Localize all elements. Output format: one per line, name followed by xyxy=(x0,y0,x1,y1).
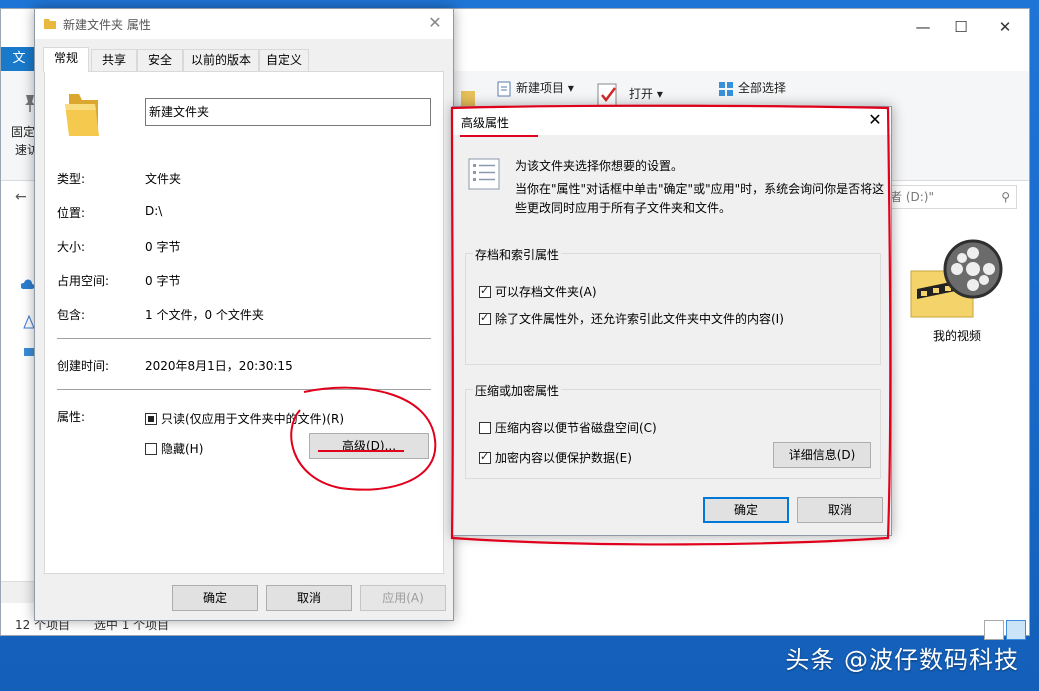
created-value: 2020年8月1日，20:30:15 xyxy=(145,359,293,373)
created-label: 创建时间: xyxy=(57,359,110,373)
properties-dialog: 新建文件夹 属性 ✕ 常规 共享 安全 以前的版本 自定义 新建文件夹 类型: … xyxy=(34,8,454,621)
location-value: D:\ xyxy=(145,204,163,218)
open-button[interactable]: 打开 ▾ xyxy=(629,85,663,102)
minimize-button[interactable]: — xyxy=(913,17,933,37)
index-checkbox-box[interactable] xyxy=(479,311,491,325)
size-on-disk-label: 占用空间: xyxy=(57,274,110,288)
open-label: 打开 xyxy=(629,87,654,101)
separator xyxy=(57,389,431,390)
folder-small-icon xyxy=(44,19,56,29)
onedrive-icon[interactable] xyxy=(21,279,35,291)
contains-value: 1 个文件，0 个文件夹 xyxy=(145,308,264,322)
index-checkbox-label: 除了文件属性外，还允许索引此文件夹中文件的内容(I) xyxy=(495,312,784,326)
tab-customize[interactable]: 自定义 xyxy=(259,49,309,71)
compress-checkbox[interactable]: 压缩内容以便节省磁盘空间(C) xyxy=(479,419,657,436)
video-folder-label[interactable]: 我的视频 xyxy=(909,327,1005,344)
archive-index-group xyxy=(465,253,881,365)
select-all-icon xyxy=(719,81,733,96)
intro-line-1: 为该文件夹选择你想要的设置。 xyxy=(515,159,684,173)
advanced-cancel-button[interactable]: 取消 xyxy=(797,497,883,523)
hidden-checkbox-label: 隐藏(H) xyxy=(161,442,204,456)
back-arrow-icon[interactable]: ← xyxy=(15,189,27,205)
advanced-button[interactable]: 高级(D)... xyxy=(309,433,429,459)
new-item-button[interactable]: 新建项目 ▾ xyxy=(495,79,574,98)
search-icon[interactable]: ⚲ xyxy=(1001,186,1010,208)
pin-quick-access-label[interactable]: 固定 xyxy=(11,123,35,140)
close-button[interactable]: ✕ xyxy=(995,17,1015,37)
folder-name-input[interactable]: 新建文件夹 xyxy=(145,98,431,126)
compress-checkbox-label: 压缩内容以便节省磁盘空间(C) xyxy=(495,421,657,435)
readonly-checkbox-label: 只读(仅应用于文件夹中的文件)(R) xyxy=(161,412,345,426)
tab-sharing[interactable]: 共享 xyxy=(91,49,137,71)
hidden-checkbox-box[interactable] xyxy=(145,442,157,455)
archive-group-label: 存档和索引属性 xyxy=(473,246,562,263)
properties-close-button[interactable]: ✕ xyxy=(425,13,445,32)
encrypt-checkbox-box[interactable] xyxy=(479,450,491,464)
intro-line-2: 当你在"属性"对话框中单击"确定"或"应用"时，系统会询问你是否将这 xyxy=(515,182,885,196)
size-label: 大小: xyxy=(57,240,86,254)
horizontal-scrollbar[interactable] xyxy=(1,581,35,603)
search-box[interactable]: 者 (D:)" ⚲ xyxy=(881,185,1017,209)
tab-general[interactable]: 常规 xyxy=(43,47,89,72)
archive-checkbox-label: 可以存档文件夹(A) xyxy=(495,285,597,299)
general-tab-page: 新建文件夹 类型: 文件夹 位置: D:\ 大小: 0 字节 占用空间: 0 字… xyxy=(44,71,444,574)
advanced-titlebar: 高级属性 ✕ xyxy=(453,107,891,135)
type-label: 类型: xyxy=(57,172,86,186)
large-icons-view-button[interactable] xyxy=(1006,620,1026,640)
select-all-button[interactable]: 全部选择 xyxy=(717,79,786,98)
properties-title: 新建文件夹 属性 xyxy=(63,18,151,32)
advanced-attributes-dialog: 高级属性 ✕ 为该文件夹选择你想要的设置。 当你在"属性"对话框中单击"确定"或… xyxy=(452,106,892,536)
advanced-title: 高级属性 xyxy=(461,116,510,130)
encrypt-checkbox[interactable]: 加密内容以便保护数据(E) xyxy=(479,449,632,466)
contains-label: 包含: xyxy=(57,308,86,322)
navigation-pane xyxy=(1,219,35,579)
size-on-disk-value: 0 字节 xyxy=(145,274,181,288)
intro-line-3: 些更改同时应用于所有子文件夹和文件。 xyxy=(515,201,732,215)
watermark-text: 头条 @波仔数码科技 xyxy=(785,646,1019,674)
hidden-checkbox[interactable]: 隐藏(H) xyxy=(145,440,203,457)
folder-large-icon xyxy=(65,94,99,136)
search-placeholder: 者 (D:)" xyxy=(890,190,934,204)
attributes-label: 属性: xyxy=(57,410,86,424)
properties-titlebar: 新建文件夹 属性 ✕ xyxy=(35,9,453,39)
compress-group-label: 压缩或加密属性 xyxy=(473,382,562,399)
separator xyxy=(57,338,431,339)
maximize-button[interactable]: ☐ xyxy=(951,17,971,37)
tab-security[interactable]: 安全 xyxy=(137,49,183,71)
index-checkbox[interactable]: 除了文件属性外，还允许索引此文件夹中文件的内容(I) xyxy=(479,310,784,327)
new-item-icon xyxy=(497,81,511,96)
size-value: 0 字节 xyxy=(145,240,181,254)
archive-checkbox-box[interactable] xyxy=(479,284,491,298)
advanced-close-button[interactable]: ✕ xyxy=(865,110,885,129)
video-folder-icon[interactable] xyxy=(907,231,1003,323)
apply-button: 应用(A) xyxy=(360,585,446,611)
ribbon-file-tab[interactable]: 文 xyxy=(1,47,37,71)
cancel-button[interactable]: 取消 xyxy=(266,585,352,611)
readonly-checkbox[interactable]: 只读(仅应用于文件夹中的文件)(R) xyxy=(145,410,344,427)
tab-previous-versions[interactable]: 以前的版本 xyxy=(183,49,259,71)
new-item-label: 新建项目 xyxy=(516,81,565,95)
advanced-ok-button[interactable]: 确定 xyxy=(703,497,789,523)
details-button[interactable]: 详细信息(D) xyxy=(773,442,871,468)
location-label: 位置: xyxy=(57,206,86,220)
select-all-label: 全部选择 xyxy=(738,81,787,95)
compress-checkbox-box[interactable] xyxy=(479,421,491,434)
encrypt-checkbox-label: 加密内容以便保护数据(E) xyxy=(495,451,632,465)
readonly-checkbox-box[interactable] xyxy=(145,412,157,425)
ok-button[interactable]: 确定 xyxy=(172,585,258,611)
settings-list-icon xyxy=(468,158,500,190)
details-view-button[interactable] xyxy=(984,620,1004,640)
type-value: 文件夹 xyxy=(145,172,182,186)
archive-checkbox[interactable]: 可以存档文件夹(A) xyxy=(479,283,597,300)
